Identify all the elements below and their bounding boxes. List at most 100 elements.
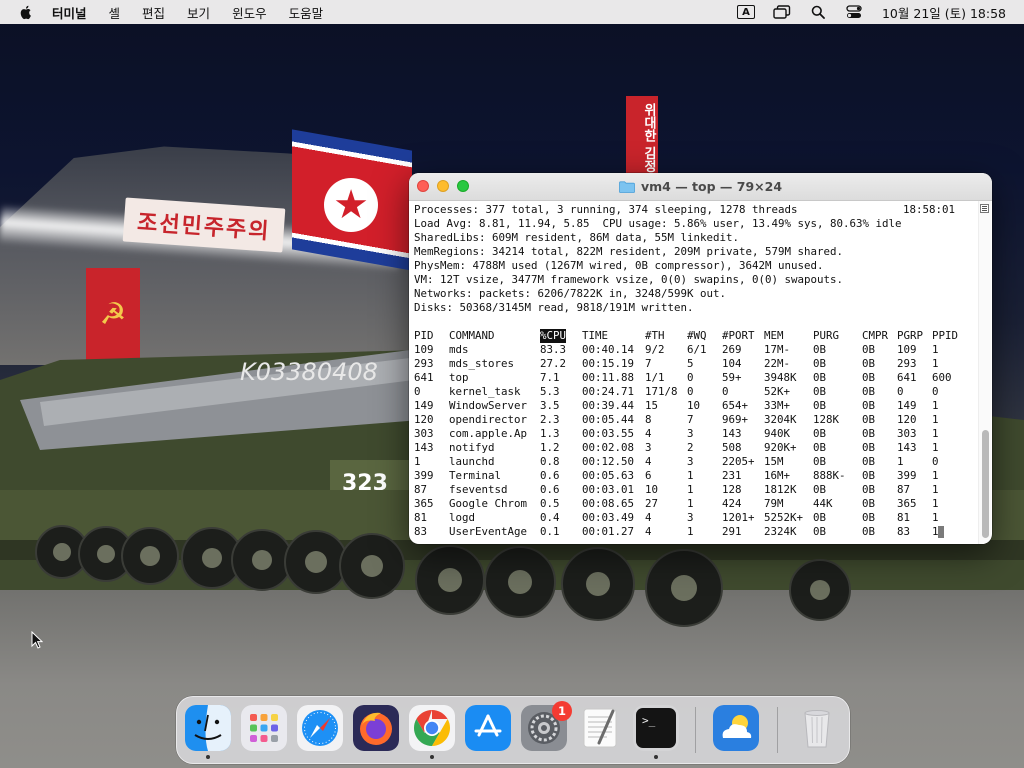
menu-shell[interactable]: 셸 [109, 3, 121, 22]
top-summary-line: MemRegions: 34214 total, 822M resident, … [414, 245, 844, 258]
table-cell: 4 [645, 455, 652, 468]
menu-help[interactable]: 도움말 [289, 3, 324, 22]
table-cell: 15 [645, 399, 659, 412]
table-cell: 0B [813, 441, 827, 454]
dock-app-store-icon[interactable] [465, 705, 511, 751]
dock-finder-icon[interactable] [185, 705, 231, 751]
table-cell: 1 [897, 455, 904, 468]
column-header-8: PURG [813, 329, 840, 342]
dock-textedit-icon[interactable] [577, 705, 623, 751]
table-cell: 3.5 [540, 399, 560, 412]
table-cell: 1/1 [645, 371, 665, 384]
window-close-button[interactable] [417, 180, 429, 192]
table-cell: 3 [687, 511, 694, 524]
table-cell: 0.5 [540, 497, 560, 510]
menu-edit[interactable]: 편집 [142, 3, 165, 22]
table-cell: 1 [687, 483, 694, 496]
dock-terminal-icon[interactable]: >_ [633, 705, 679, 751]
spotlight-search-icon[interactable] [804, 0, 832, 24]
dock-firefox-icon[interactable] [353, 705, 399, 751]
table-cell: 1 [932, 483, 939, 496]
table-cell: 0B [813, 371, 827, 384]
table-cell: fseventsd [449, 483, 508, 496]
terminal-titlebar[interactable]: vm4 — top — 79×24 [409, 173, 992, 201]
table-cell: 1 [414, 455, 421, 468]
table-cell: 0B [862, 525, 876, 538]
table-cell: 4 [645, 511, 652, 524]
dock-chrome-icon[interactable] [409, 705, 455, 751]
terminal-output[interactable]: Processes: 377 total, 3 running, 374 sle… [409, 201, 992, 544]
top-summary-line: Processes: 377 total, 3 running, 374 sle… [414, 203, 798, 216]
table-cell: 1.3 [540, 427, 560, 440]
table-cell: notifyd [449, 441, 495, 454]
table-cell: 1201+ [722, 511, 755, 524]
column-header-4: #TH [645, 329, 665, 342]
menu-view[interactable]: 보기 [187, 3, 210, 22]
menu-bar-clock[interactable]: 10월 21일 (토) 18:58 [882, 3, 1006, 22]
table-cell: 0B [862, 371, 876, 384]
table-cell: 81 [414, 511, 428, 524]
table-cell: 10 [645, 483, 659, 496]
table-cell: 0 [932, 385, 939, 398]
table-cell: 365 [414, 497, 434, 510]
table-cell: 00:24.71 [582, 385, 635, 398]
table-cell: 0 [722, 385, 729, 398]
table-cell: 81 [897, 511, 911, 524]
table-cell: Google Chrom [449, 497, 528, 510]
column-header-9: CMPR [862, 329, 889, 342]
table-cell: 0 [414, 385, 421, 398]
svg-text:>_: >_ [642, 714, 656, 727]
window-zoom-button[interactable] [457, 180, 469, 192]
apple-menu-icon[interactable] [18, 4, 34, 20]
dock-launchpad-icon[interactable] [241, 705, 287, 751]
table-cell: 0 [932, 455, 939, 468]
dock-trash-icon[interactable] [794, 705, 840, 751]
table-cell: 3204K [764, 413, 797, 426]
top-summary-line: PhysMem: 4788M used (1267M wired, 0B com… [414, 259, 824, 272]
table-cell: 0B [813, 385, 827, 398]
column-header-5: #WQ [687, 329, 707, 342]
table-cell: 2324K [764, 525, 797, 538]
table-cell: 424 [722, 497, 742, 510]
table-cell: 6 [645, 469, 652, 482]
input-source-icon[interactable]: A [732, 0, 760, 24]
table-cell: 171/8 [645, 385, 678, 398]
control-center-icon[interactable] [840, 0, 868, 24]
scrollbar-menu-icon[interactable] [980, 204, 989, 213]
table-cell: 00:40.14 [582, 343, 635, 356]
terminal-window[interactable]: vm4 — top — 79×24 Processes: 377 total, … [409, 173, 992, 544]
table-cell: top [449, 371, 469, 384]
terminal-title-text: vm4 — top — 79×24 [640, 179, 783, 194]
terminal-title: vm4 — top — 79×24 [409, 173, 992, 200]
table-cell: 303 [897, 427, 917, 440]
table-cell: 87 [897, 483, 911, 496]
top-summary-line: SharedLibs: 609M resident, 86M data, 55M… [414, 231, 740, 244]
table-cell: 293 [414, 357, 434, 370]
screen-mirroring-icon[interactable] [768, 0, 796, 24]
table-cell: 83.3 [540, 343, 567, 356]
terminal-scrollbar-thumb[interactable] [982, 430, 989, 538]
table-cell: 1 [932, 413, 939, 426]
table-cell: 83 [897, 525, 911, 538]
column-header-1: COMMAND [449, 329, 495, 342]
table-cell: 0 [687, 385, 694, 398]
menu-window[interactable]: 윈도우 [232, 3, 267, 22]
window-minimize-button[interactable] [437, 180, 449, 192]
table-cell: 4 [645, 525, 652, 538]
menu-app-name[interactable]: 터미널 [52, 3, 87, 22]
dock-safari-icon[interactable] [297, 705, 343, 751]
table-cell: 641 [414, 371, 434, 384]
column-header-11: PPID [932, 329, 959, 342]
table-cell: 00:03.01 [582, 483, 635, 496]
table-cell: 1 [932, 497, 939, 510]
dock: 1 >_ [176, 696, 850, 764]
table-cell: 969+ [722, 413, 749, 426]
top-summary-line: Disks: 50368/3145M read, 9818/191M writt… [414, 301, 694, 314]
menu-bar: 터미널 셸 편집 보기 윈도우 도움말 A 10월 21일 (토) 18:58 [0, 0, 1024, 24]
wallpaper-banner-right: 위대한 김정 [626, 96, 658, 176]
table-cell: 1 [932, 427, 939, 440]
table-cell: 149 [897, 399, 917, 412]
table-cell: 0B [862, 441, 876, 454]
table-cell: 2 [687, 441, 694, 454]
dock-weather-icon[interactable] [713, 705, 759, 751]
